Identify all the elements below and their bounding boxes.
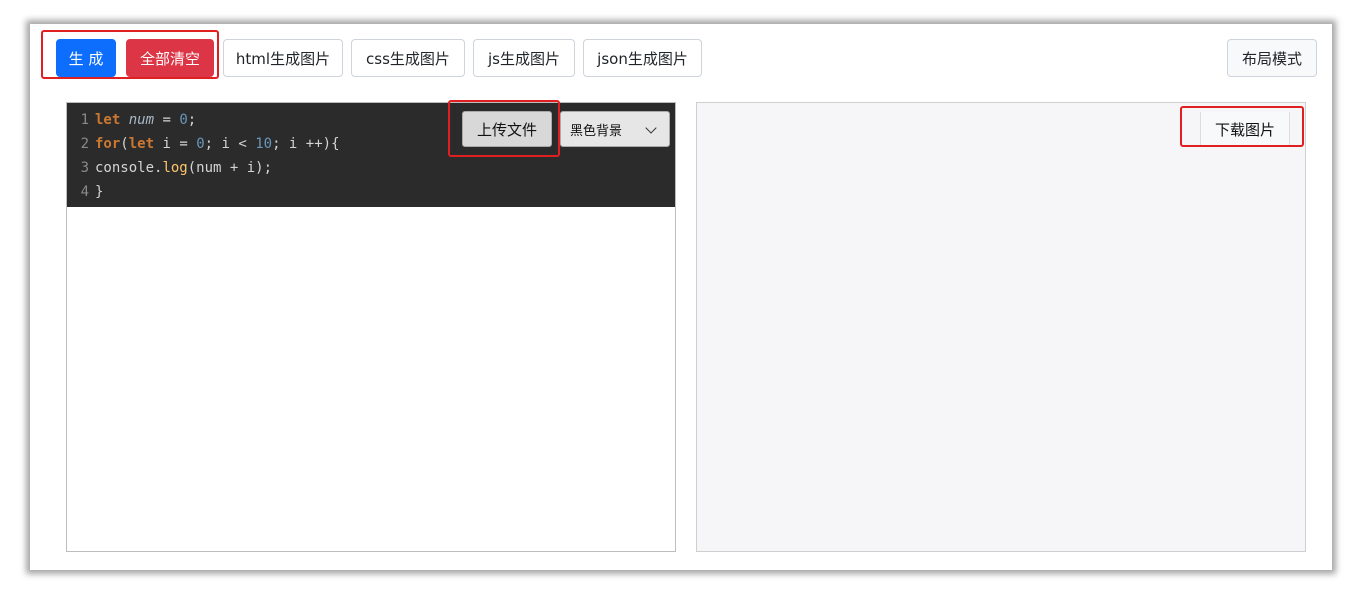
code-text: for(let i = 0; i < 10; i ++){ [95,136,340,152]
background-select-value: 黑色背景 [570,123,623,139]
line-number: 1 [80,112,89,128]
clear-all-button[interactable]: 全部清空 [126,39,214,77]
js-to-image-button[interactable]: js生成图片 [473,39,575,77]
app-frame: 生 成 全部清空 html生成图片 css生成图片 js生成图片 json生成图… [30,24,1332,570]
line-number: 4 [80,184,89,200]
code-text: } [95,184,104,200]
line-number: 3 [80,160,89,176]
line-number: 2 [80,136,89,152]
json-to-image-button[interactable]: json生成图片 [583,39,702,77]
code-text: console.log(num + i); [95,160,273,176]
code-line: 3 console.log(num + i); [67,156,675,180]
chevron-down-icon [645,122,657,134]
code-text: let num = 0; [95,112,197,128]
generate-button[interactable]: 生 成 [56,39,116,77]
code-editor[interactable]: 1 let num = 0; 2 for(let i = 0; i < 10; … [67,103,675,207]
layout-mode-button[interactable]: 布局模式 [1227,39,1317,77]
image-preview-panel: 下载图片 [696,102,1306,552]
background-select[interactable]: 黑色背景 [560,111,670,147]
download-image-button[interactable]: 下载图片 [1200,112,1290,146]
upload-file-button[interactable]: 上传文件 [462,111,552,147]
css-to-image-button[interactable]: css生成图片 [351,39,465,77]
html-to-image-button[interactable]: html生成图片 [223,39,343,77]
code-line: 4 } [67,180,675,204]
code-editor-panel[interactable]: 1 let num = 0; 2 for(let i = 0; i < 10; … [66,102,676,552]
